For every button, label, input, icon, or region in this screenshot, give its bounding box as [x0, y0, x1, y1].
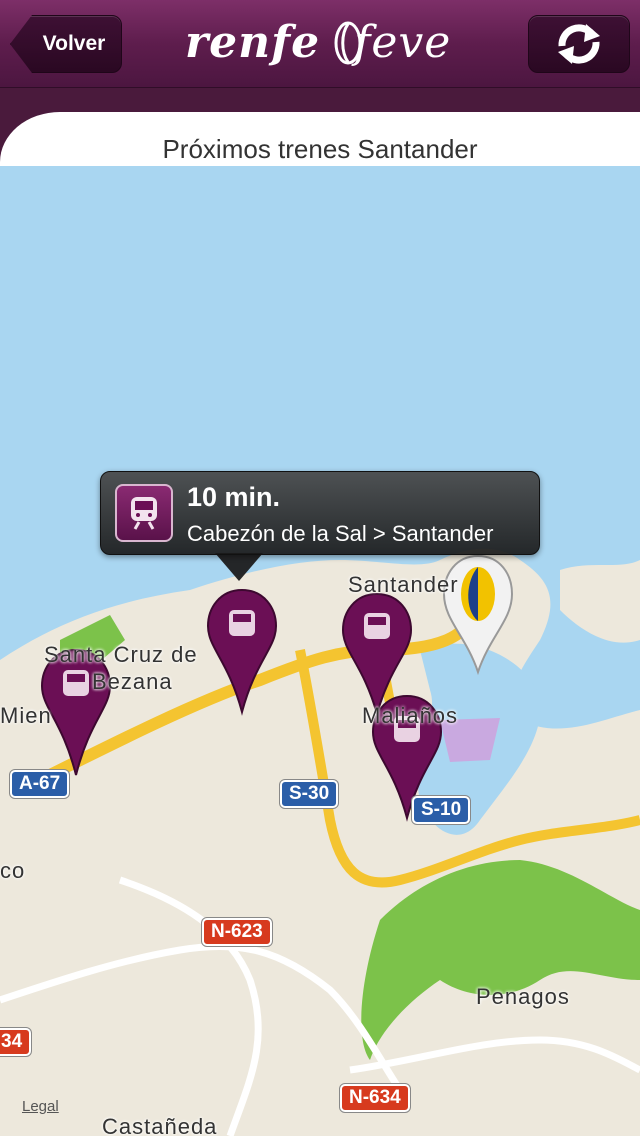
callout-time: 10 min.: [187, 482, 281, 512]
callout-route: Cabezón de la Sal > Santander: [187, 521, 494, 546]
map-label-maliano: Maliaños: [362, 703, 459, 728]
road-shield-a67: A-67: [10, 770, 70, 798]
refresh-icon: [558, 24, 600, 64]
logo-text-renfe: renfe: [185, 17, 321, 68]
map-label-mien: Mien: [0, 703, 52, 728]
legal-link[interactable]: Legal: [22, 1098, 59, 1115]
app-logo: renfe feve: [185, 18, 455, 68]
road-shield-n634: N-634: [340, 1084, 410, 1112]
train-icon: [115, 484, 173, 542]
map-label-santander: Santander: [348, 572, 459, 597]
land-north: [560, 560, 640, 643]
map-label-co: co: [0, 858, 26, 883]
road-shield-s30: S-30: [280, 780, 339, 808]
road-shield-n623: N-623: [202, 918, 272, 946]
map-label-castaneda: Castañeda: [102, 1114, 218, 1136]
feve-logo-icon: [334, 21, 362, 65]
logo-text-feve: feve: [354, 17, 452, 68]
road-shield-s10: S-10: [412, 796, 471, 824]
map-view[interactable]: Santander Santa Cruz de Bezana Mien Mali…: [0, 166, 640, 1136]
page-title: Próximos trenes Santander: [162, 134, 478, 164]
map-label-penagos: Penagos: [476, 984, 570, 1009]
nav-bar: Volver renfe feve: [0, 0, 640, 88]
train-callout[interactable]: 10 min. Cabezón de la Sal > Santander: [100, 471, 540, 555]
back-button-label: Volver: [42, 32, 106, 55]
map-label-santa-cruz: Santa Cruz de: [44, 642, 198, 667]
callout-pointer: [215, 553, 263, 581]
road-shield-partial: 34: [0, 1028, 32, 1056]
back-button[interactable]: Volver: [10, 15, 122, 73]
map-label-bezana: Bezana: [92, 669, 173, 694]
refresh-button[interactable]: [528, 15, 630, 73]
